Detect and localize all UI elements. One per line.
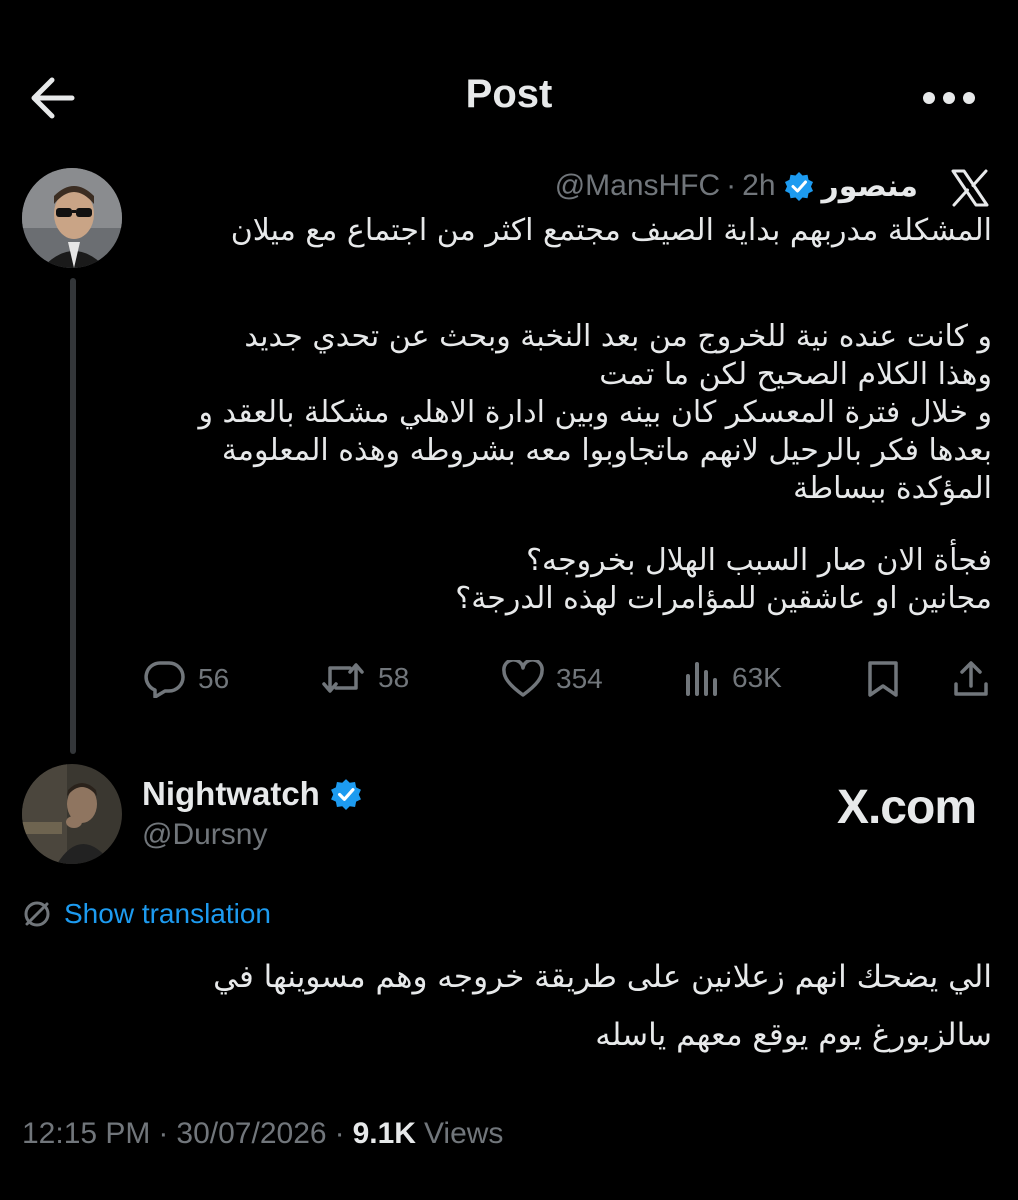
quoted-handle[interactable]: @MansHFC: [555, 169, 720, 203]
bookmark-button[interactable]: [865, 660, 901, 698]
quoted-handle-time: @MansHFC · 2h: [555, 169, 776, 203]
quoted-text: المشكلة مدربهم بداية الصيف مجتمع اكثر من…: [198, 212, 992, 618]
quoted-header: منصور @MansHFC · 2h: [555, 166, 918, 206]
reply-icon: [144, 661, 185, 698]
repost-icon: [322, 663, 364, 693]
post-views-label: Views: [423, 1117, 504, 1150]
verified-icon: [330, 779, 361, 810]
meta-separator: ·: [158, 1117, 169, 1150]
share-icon: [954, 661, 988, 696]
post-meta: 12:15 PM · 30/07/2026 · 9.1K Views: [22, 1117, 503, 1151]
translate-icon: [24, 901, 50, 927]
quoted-line: بعدها فكر بالرحيل لانهم ماتجاوبوا معه بش…: [221, 433, 992, 468]
repost-count: 58: [378, 662, 410, 693]
top-bar: Post: [0, 0, 1018, 150]
reply-avatar[interactable]: [22, 764, 122, 864]
reply-text: الي يضحك انهم زعلانين على طريقة خروجه وه…: [213, 948, 992, 1064]
post-time: 12:15 PM: [22, 1117, 151, 1150]
quoted-author-name[interactable]: منصور: [822, 169, 918, 204]
show-translation-button[interactable]: Show translation: [22, 898, 271, 930]
x-logo-button[interactable]: [950, 168, 990, 208]
views-count: 63K: [732, 662, 782, 693]
share-button[interactable]: [952, 660, 990, 698]
quoted-avatar[interactable]: [22, 168, 122, 268]
views-button[interactable]: 63K: [684, 660, 782, 696]
reply-handle[interactable]: @Dursny: [142, 818, 362, 852]
x-logo-icon: [951, 169, 989, 207]
quoted-time[interactable]: 2h: [742, 169, 775, 203]
quoted-actions: 56 58 354 63K: [140, 660, 995, 706]
reply-button[interactable]: 56: [144, 660, 229, 698]
like-icon: [502, 660, 544, 697]
repost-button[interactable]: 58: [320, 660, 409, 696]
quoted-line: المؤكدة ببساطة: [793, 471, 992, 506]
quoted-line-blank: [198, 250, 992, 288]
post-views-count: 9.1K: [352, 1117, 416, 1150]
quoted-line: المشكلة مدربهم بداية الصيف مجتمع اكثر من…: [230, 213, 992, 248]
more-icon: [923, 92, 975, 104]
quoted-line-blank: [198, 508, 992, 546]
xcom-watermark: X.com: [836, 781, 977, 834]
post-date: 30/07/2026: [176, 1117, 327, 1150]
bookmark-icon: [868, 661, 898, 697]
reply-author-name[interactable]: Nightwatch: [142, 775, 320, 813]
quoted-line: مجانين او عاشقين للمؤامرات لهذه الدرجة؟: [455, 581, 992, 616]
reply-header: Nightwatch @Dursny: [142, 772, 362, 852]
reply-name-row: Nightwatch: [142, 772, 362, 816]
quoted-line: فجأة الان صار السبب الهلال بخروجه؟: [526, 543, 992, 578]
quoted-line: وهذا الكلام الصحيح لكن ما تمت: [599, 357, 992, 392]
like-count: 354: [556, 663, 603, 694]
verified-icon: [784, 172, 813, 201]
views-icon: [686, 662, 717, 696]
like-button[interactable]: 354: [502, 660, 603, 698]
quoted-line: و كانت عنده نية للخروج من بعد النخبة وبح…: [244, 319, 992, 354]
more-button[interactable]: [922, 90, 976, 106]
show-translation-label: Show translation: [64, 898, 272, 929]
meta-separator: ·: [334, 1117, 345, 1150]
quoted-line: و خلال فترة المعسكر كان بينه وبين ادارة …: [198, 395, 992, 430]
reply-line: سالزبورغ يوم يوقع معهم ياسله: [595, 1017, 992, 1053]
page-title: Post: [465, 72, 553, 116]
reply-line: الي يضحك انهم زعلانين على طريقة خروجه وه…: [213, 959, 992, 995]
separator: ·: [726, 169, 737, 202]
thread-line: [70, 278, 76, 754]
reply-count: 56: [198, 663, 230, 694]
